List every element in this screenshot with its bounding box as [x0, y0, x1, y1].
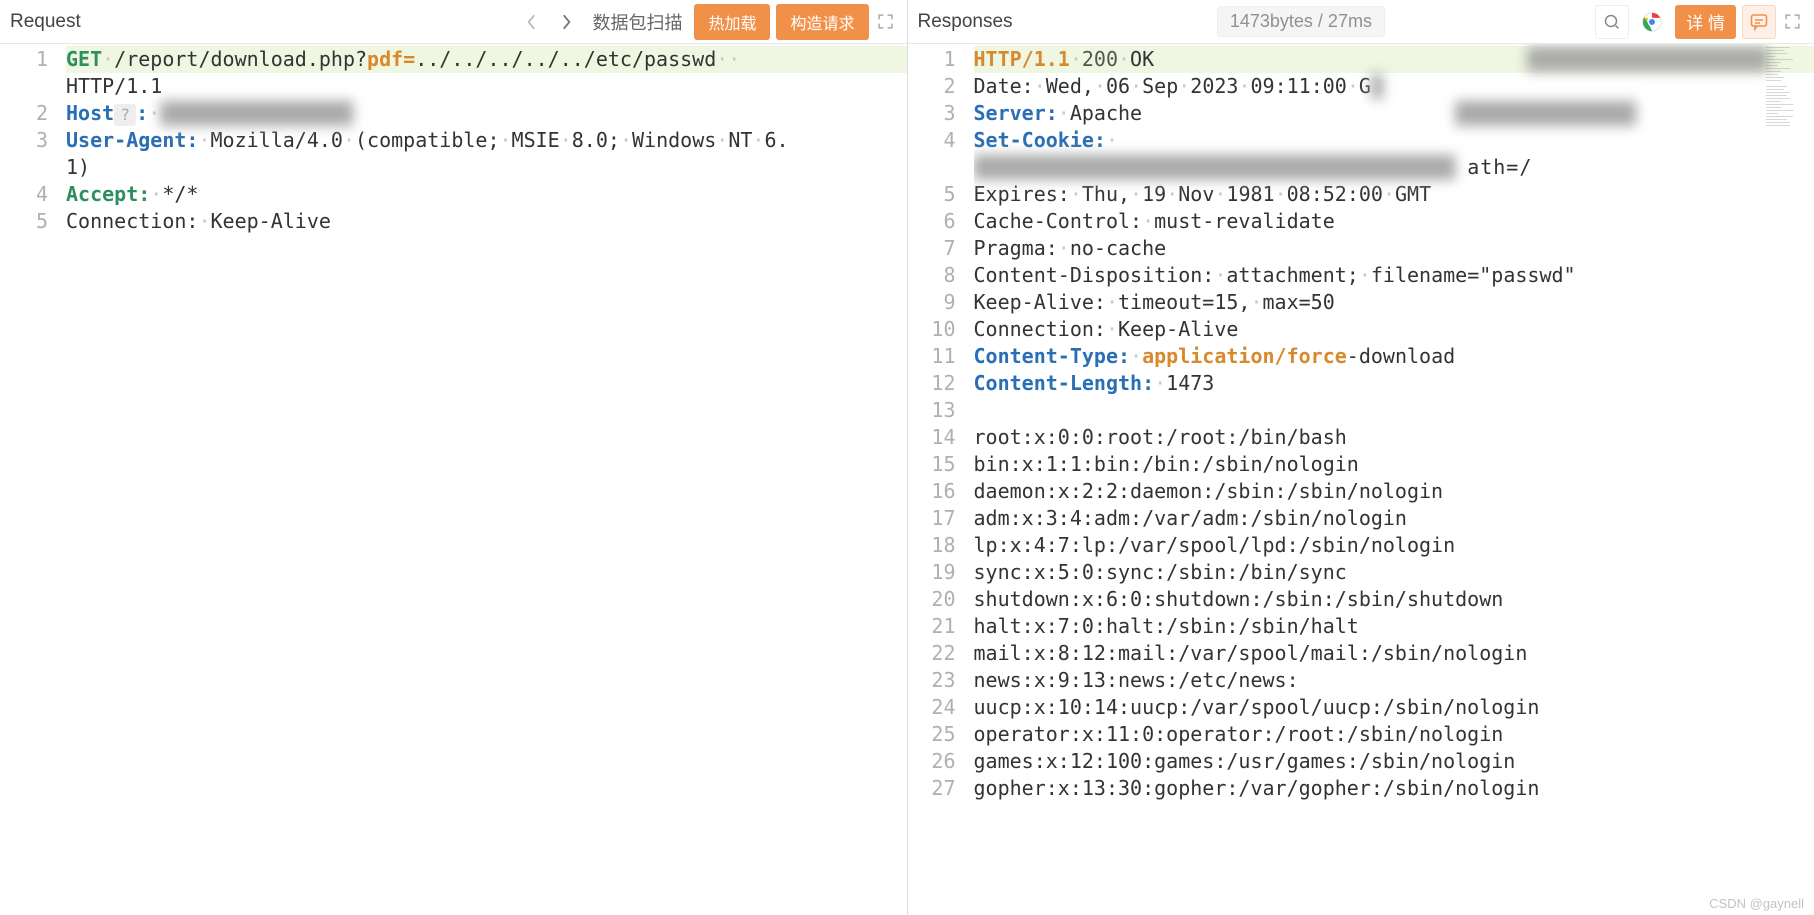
chrome-icon[interactable] — [1635, 5, 1669, 39]
chat-icon[interactable] — [1742, 5, 1776, 39]
scan-packet-link[interactable]: 数据包扫描 — [586, 9, 688, 35]
response-pane: Responses 1473bytes / 27ms 详 情 1234 5678… — [908, 0, 1814, 915]
prev-icon[interactable] — [518, 8, 546, 36]
expand-icon[interactable] — [1782, 11, 1804, 33]
response-header: Responses 1473bytes / 27ms 详 情 — [908, 0, 1814, 44]
request-gutter: 1 23 45 — [0, 44, 66, 915]
build-request-button[interactable]: 构造请求 — [776, 4, 868, 40]
response-code[interactable]: HTTP/1.1·200·OK ████████████████████Date… — [974, 44, 1814, 915]
response-gutter: 1234 56789101112131415161718192021222324… — [908, 44, 974, 915]
next-icon[interactable] — [552, 8, 580, 36]
request-code[interactable]: GET·/report/download.php?pdf=../../../..… — [66, 44, 907, 915]
watermark: CSDN @gaynell — [1709, 896, 1804, 911]
search-icon[interactable] — [1595, 5, 1629, 39]
response-editor[interactable]: 1234 56789101112131415161718192021222324… — [908, 44, 1814, 915]
request-editor[interactable]: 1 23 45 GET·/report/download.php?pdf=../… — [0, 44, 907, 915]
detail-button[interactable]: 详 情 — [1675, 5, 1736, 39]
request-header: Request 数据包扫描 热加载 构造请求 — [0, 0, 907, 44]
hot-reload-button[interactable]: 热加载 — [694, 4, 770, 40]
request-title: Request — [10, 11, 81, 33]
expand-icon[interactable] — [875, 11, 897, 33]
response-stats: 1473bytes / 27ms — [1217, 6, 1385, 37]
response-title: Responses — [918, 11, 1013, 33]
request-pane: Request 数据包扫描 热加载 构造请求 1 23 45 GET·/repo… — [0, 0, 908, 915]
